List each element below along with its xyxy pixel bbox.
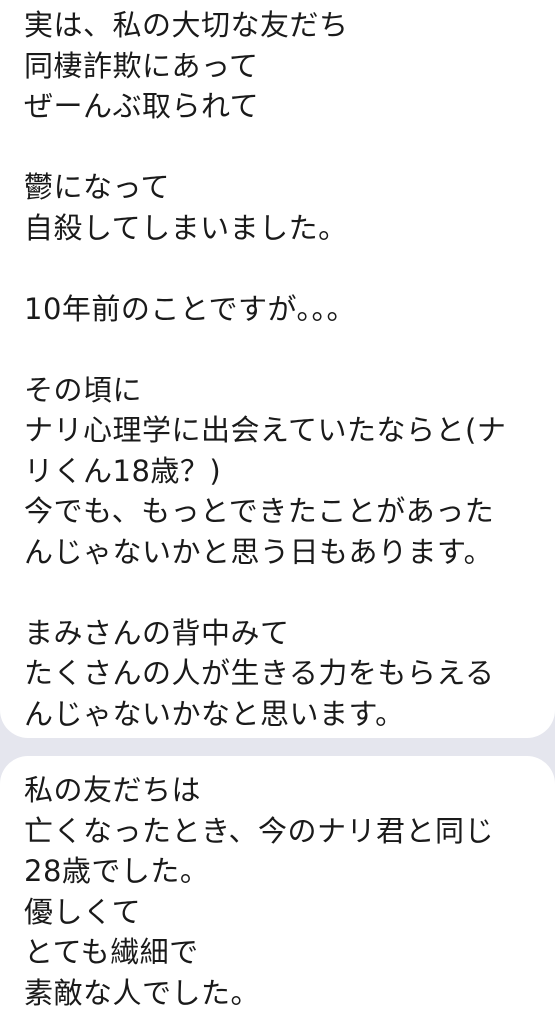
message-line: 28歳でした。 xyxy=(24,854,210,888)
message-line: リくん18歳？) xyxy=(24,453,222,488)
message-line: その頃に xyxy=(24,372,143,407)
message-line: 自殺してしまいました。 xyxy=(24,210,348,245)
message-line: 亡くなったとき、今のナリ君と同じ xyxy=(24,813,494,848)
message-line: 優しくて xyxy=(24,894,142,929)
message-line: んじゃないかと思う日もあります。 xyxy=(24,534,494,569)
message-line: 実は、私の大切な友だち xyxy=(24,8,349,42)
message-line: んじゃないかなと思います。 xyxy=(24,696,405,731)
message-line: たくさんの人が生きる力をもらえる xyxy=(24,656,495,690)
message-bubble-2[interactable]: 私の友だちは 亡くなったとき、今のナリ君と同じ 28歳でした。 優しくて とても… xyxy=(0,756,555,1024)
message-bubble-1[interactable]: 実は、私の大切な友だち 同棲詐欺にあって ぜーんぶ取られて 鬱になって 自殺して… xyxy=(0,0,555,738)
message-line: 鬱になって xyxy=(24,170,171,204)
message-line: 素敵な人でした。 xyxy=(24,975,261,1010)
message-line: まみさんの背中みて xyxy=(24,615,290,650)
message-line: 10年前のことですが。。。 xyxy=(24,291,356,326)
message-line: ナリ心理学に出会えていたならと(ナ xyxy=(24,413,507,447)
message-line: とても繊細で xyxy=(24,935,199,969)
message-line: 私の友だちは xyxy=(24,773,202,807)
message-line: 同棲詐欺にあって xyxy=(24,48,259,83)
message-line: ぜーんぶ取られて xyxy=(24,89,260,123)
message-line: 今でも、もっとできたことがあった xyxy=(24,494,495,528)
